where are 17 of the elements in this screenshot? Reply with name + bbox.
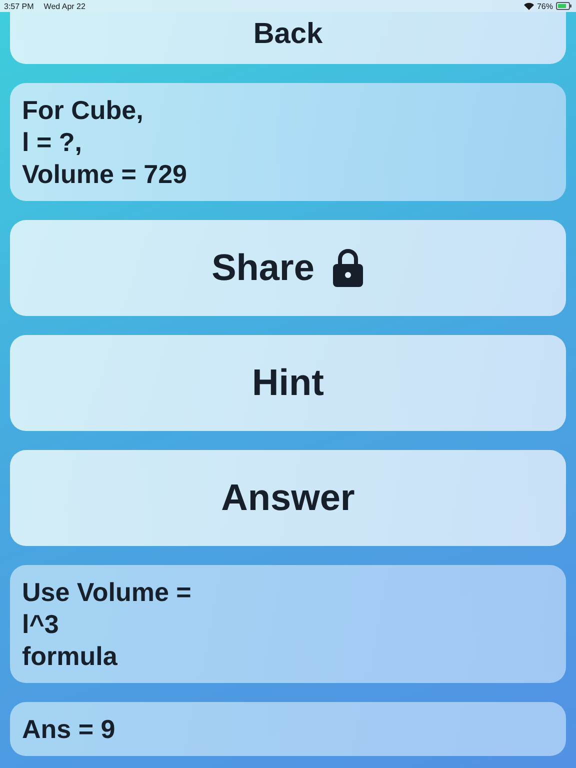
question-text: For Cube, [22, 94, 144, 126]
question-text: Volume = 729 [22, 158, 188, 190]
action-button[interactable]: Answer [10, 450, 566, 546]
status-date: Wed Apr 22 [44, 2, 86, 10]
hint-text: formula [22, 640, 118, 672]
hint-text: l^3 [22, 608, 60, 640]
question-text: l = ?, [22, 126, 83, 158]
battery-percent: 76% [536, 2, 553, 10]
back-button[interactable]: Back [10, 12, 566, 64]
action-button[interactable]: Hint [10, 335, 566, 431]
answer-text: Ans = 9 [22, 713, 116, 745]
battery-icon [556, 2, 572, 10]
hint-text: Use Volume = [22, 576, 192, 608]
wifi-icon [524, 2, 534, 10]
action-button[interactable]: Share [10, 220, 566, 316]
lock-icon [332, 248, 364, 288]
status-time: 3:57 PM [4, 2, 34, 10]
